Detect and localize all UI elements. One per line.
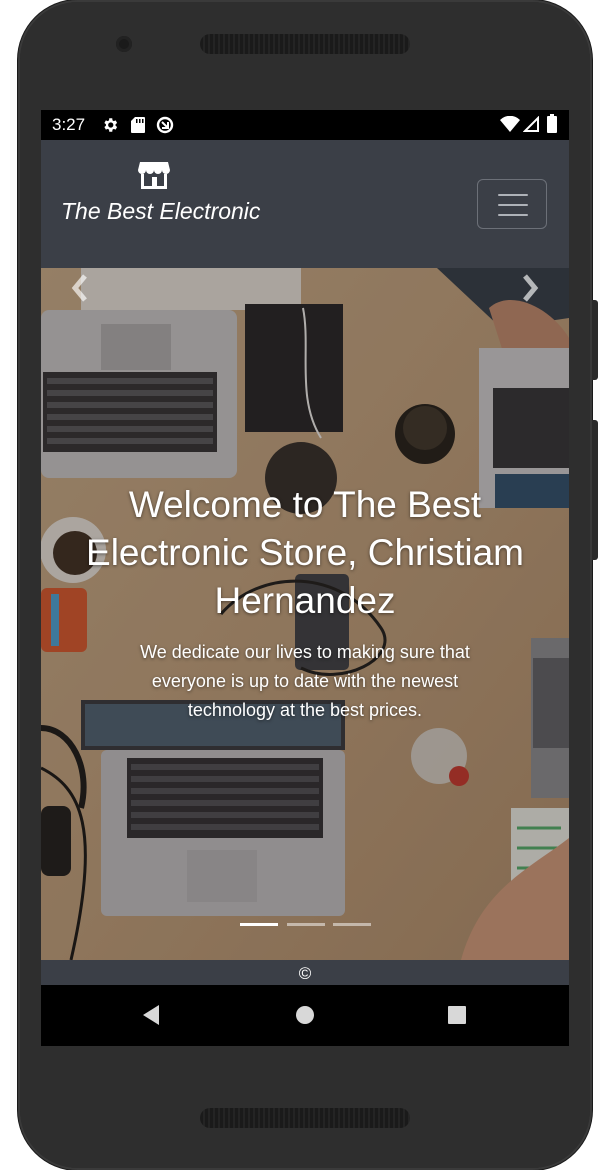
hamburger-line [498,214,528,216]
hamburger-line [498,204,528,206]
carousel-indicators [240,923,372,926]
recents-icon[interactable] [443,1001,471,1029]
carousel-indicator-1[interactable] [240,923,278,926]
power-button [592,300,598,380]
carousel-indicator-3[interactable] [333,923,371,926]
settings-icon [104,118,118,132]
home-icon[interactable] [291,1001,319,1029]
copyright-text: © [298,964,312,983]
status-time: 3:27 [52,115,86,134]
hero-subtitle: We dedicate our lives to making sure tha… [140,642,470,720]
status-bar: 3:27 [41,110,569,140]
signal-icon [523,116,539,132]
back-icon[interactable] [137,1001,165,1029]
volume-button [592,420,598,560]
navbar: The Best Electronic [41,140,569,268]
screen: 3:27 The Best Electronic Welcome to The … [41,110,569,1046]
wifi-icon [500,116,520,132]
system-nav-bar [41,985,569,1046]
front-camera [116,36,132,52]
hero-carousel: Welcome to The Best Electronic Store, Ch… [41,268,569,960]
battery-icon [547,114,557,133]
menu-toggle-button[interactable] [477,179,547,229]
hamburger-menu-icon [498,194,528,196]
carousel-indicator-2[interactable] [287,923,325,926]
footer: © [41,960,569,985]
sd-card-icon [131,117,145,133]
chevron-right-icon[interactable] [515,268,545,308]
sync-icon [156,116,174,134]
bottom-speaker [200,1108,410,1128]
store-icon[interactable] [138,160,170,190]
chevron-left-icon[interactable] [65,268,95,308]
earpiece-speaker [200,34,410,54]
hero-title: Welcome to The Best Electronic Store, Ch… [86,484,524,621]
brand-name[interactable]: The Best Electronic [61,198,260,225]
